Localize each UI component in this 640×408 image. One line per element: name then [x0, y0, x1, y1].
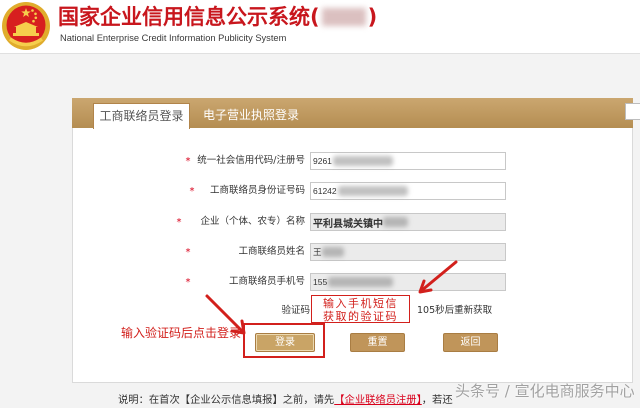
emblem-gate-base: [13, 33, 39, 36]
redacted-blur: [333, 156, 393, 166]
site-title-close-paren: ): [367, 5, 378, 29]
emblem-small-star: [31, 9, 34, 12]
redacted-blur: [338, 186, 408, 196]
redacted-blur: [328, 277, 393, 287]
enterprise-name-field: [310, 213, 506, 231]
redacted-region-name: [321, 8, 366, 26]
emblem-small-star: [34, 16, 38, 20]
emblem-small-star: [34, 12, 37, 16]
redacted-blur: [322, 247, 344, 257]
back-button[interactable]: 返回: [443, 333, 498, 352]
national-emblem-icon: [2, 2, 50, 50]
enterprise-name-label: 企业（个体、农专）名称: [200, 216, 305, 227]
site-title-text: 国家企业信用信息公示系统(: [58, 5, 320, 29]
site-subtitle: National Enterprise Credit Information P…: [60, 33, 287, 43]
emblem-gate-body: [16, 27, 36, 33]
source-watermark: 头条号 / 宣化电商服务中心: [455, 382, 635, 400]
footer-note-text-continued: ，若还: [421, 394, 453, 406]
captcha-input[interactable]: [313, 302, 407, 320]
liaison-phone-label: 工商联络员手机号: [228, 276, 305, 287]
login-hint-text: 输入验证码后点击登录: [121, 326, 242, 340]
required-mark: *: [185, 247, 191, 258]
site-title: 国家企业信用信息公示系统(): [58, 3, 377, 31]
required-mark: *: [176, 217, 182, 228]
reset-button[interactable]: 重置: [350, 333, 405, 352]
liaison-register-link[interactable]: 【企业联络员注册】: [334, 394, 422, 406]
tab-e-license-login[interactable]: 电子营业执照登录: [201, 103, 301, 129]
required-mark: *: [185, 156, 191, 167]
redacted-blur: [383, 217, 408, 227]
footer-note-text: 说明：在首次【企业公示信息填报】之前，请先: [118, 394, 335, 406]
footer-note: 说明：在首次【企业公示信息填报】之前，请先【企业联络员注册】，若还: [118, 393, 453, 407]
liaison-id-label: 工商联络员身份证号码: [209, 185, 305, 196]
liaison-name-label: 工商联络员姓名: [238, 246, 305, 257]
floating-panel-edge[interactable]: [625, 103, 640, 120]
resend-sms-button[interactable]: 105秒后重新获取: [417, 302, 492, 320]
tab-liaison-login[interactable]: 工商联络员登录: [93, 103, 190, 129]
emblem-small-star: [32, 19, 35, 23]
required-mark: *: [185, 277, 191, 288]
captcha-label: 验证码: [281, 305, 310, 316]
login-button[interactable]: 登录: [255, 333, 315, 352]
credit-code-label: 统一社会信用代码/注册号: [197, 155, 305, 166]
